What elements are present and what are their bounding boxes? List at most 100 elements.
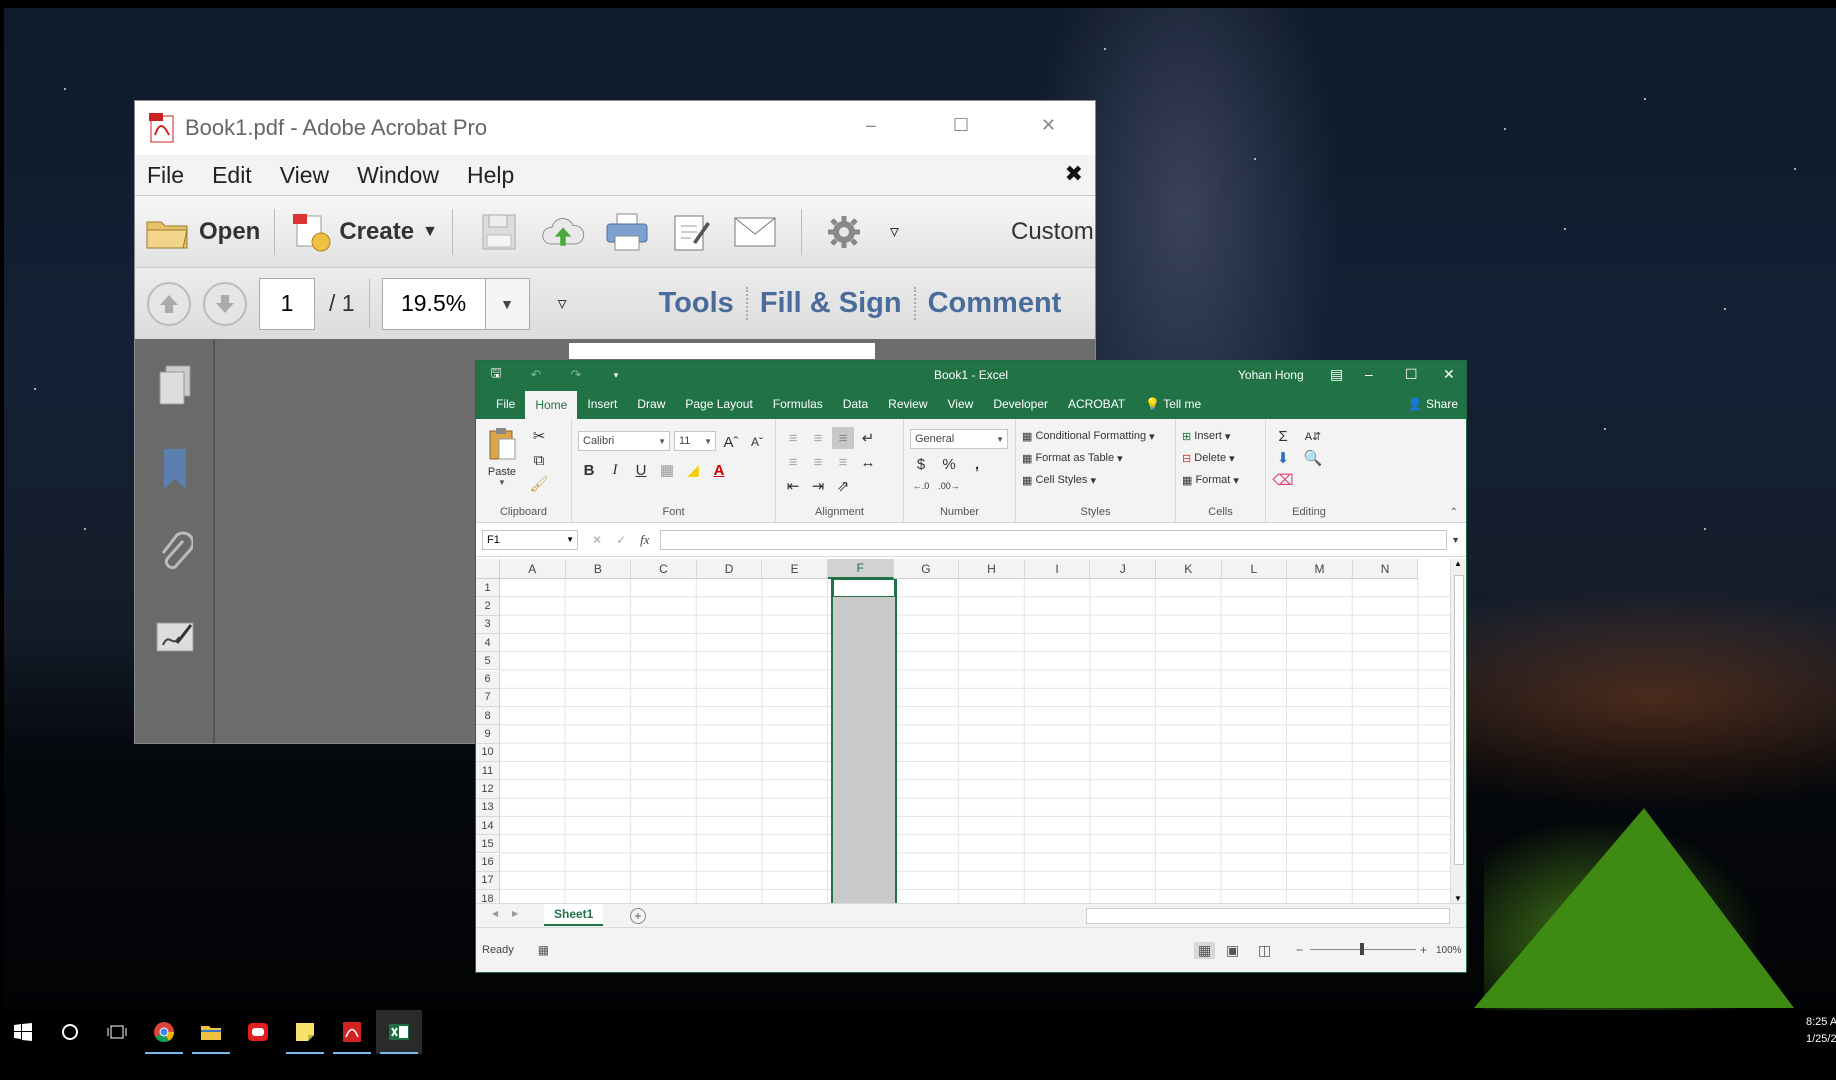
zoom-level[interactable]: 100% — [1436, 945, 1462, 956]
toolbar-overflow-icon[interactable]: ▿ — [890, 221, 899, 242]
align-left-icon[interactable]: ≡ — [782, 451, 804, 473]
row-header-9[interactable]: 9 — [476, 725, 500, 744]
insert-cells-button[interactable]: ⊞ Insert ▾ — [1182, 425, 1259, 447]
row-header-4[interactable]: 4 — [476, 633, 500, 653]
cancel-formula-icon[interactable]: ✕ — [592, 533, 602, 547]
borders-icon[interactable]: ▦ — [656, 459, 678, 481]
selected-column-f[interactable] — [831, 579, 897, 903]
increase-font-icon[interactable]: Aˆ — [720, 431, 742, 453]
bold-icon[interactable]: B — [578, 459, 600, 481]
tab-page-layout[interactable]: Page Layout — [675, 397, 762, 419]
file-explorer-taskbar-button[interactable] — [188, 1010, 234, 1054]
start-button[interactable] — [0, 1010, 46, 1054]
maximize-icon[interactable]: ☐ — [1405, 366, 1418, 383]
align-center-icon[interactable]: ≡ — [807, 451, 829, 473]
customize-button[interactable]: Custom — [1011, 218, 1094, 246]
column-header-n[interactable]: N — [1352, 559, 1419, 579]
ribbon-display-options-icon[interactable]: ▤ — [1330, 366, 1343, 383]
tab-data[interactable]: Data — [833, 397, 878, 419]
horizontal-scrollbar[interactable] — [1086, 908, 1450, 924]
chevron-down-icon[interactable]: ▼ — [422, 223, 438, 241]
row-header-1[interactable]: 1 — [476, 579, 500, 598]
vertical-scroll-thumb[interactable] — [1454, 575, 1464, 865]
paste-button[interactable]: Paste ▼ — [484, 427, 520, 487]
enter-formula-icon[interactable]: ✓ — [616, 533, 626, 547]
increase-decimal-icon[interactable]: ←.0 — [910, 475, 932, 497]
sheet-scroll-left-icon[interactable]: ◀ — [492, 909, 498, 918]
worksheet-grid[interactable]: A B C D E F G H I J K L M N 1 2 3 4 5 6 7 8 9 10 11 12 13 14 15 16 17 1… — [476, 559, 1452, 903]
edit-document-icon[interactable] — [669, 212, 713, 252]
formula-input[interactable] — [659, 529, 1448, 550]
column-header-k[interactable]: K — [1156, 559, 1222, 579]
row-header-18[interactable]: 18 — [476, 890, 500, 903]
increase-indent-icon[interactable]: ⇥ — [807, 475, 829, 497]
collapse-ribbon-icon[interactable]: ⌃ — [1450, 507, 1458, 518]
save-icon[interactable] — [477, 212, 521, 252]
vertical-scrollbar[interactable]: ▲ ▼ — [1450, 559, 1466, 903]
task-view-button[interactable] — [94, 1010, 140, 1054]
row-header-13[interactable]: 13 — [476, 798, 500, 817]
currency-icon[interactable]: $ — [910, 453, 932, 475]
minimize-icon[interactable]: – — [1365, 366, 1373, 382]
autosum-icon[interactable]: Σ — [1272, 425, 1294, 447]
undo-icon[interactable]: ↶ — [516, 367, 556, 383]
expand-formula-icon[interactable]: ▼ — [1451, 535, 1460, 545]
row-header-10[interactable]: 10 — [476, 743, 500, 762]
attachment-icon[interactable] — [153, 531, 197, 575]
zoom-out-icon[interactable]: − — [1296, 943, 1303, 957]
open-button[interactable]: Open — [199, 218, 260, 246]
bookmark-icon[interactable] — [153, 447, 197, 491]
zoom-slider-thumb[interactable] — [1360, 943, 1364, 955]
column-header-l[interactable]: L — [1221, 559, 1288, 579]
close-icon[interactable]: ✕ — [1443, 366, 1455, 383]
decrease-decimal-icon[interactable]: .00→ — [938, 475, 960, 497]
top-align-icon[interactable]: ≡ — [782, 427, 804, 449]
acrobat-taskbar-button[interactable] — [329, 1010, 375, 1054]
fill-icon[interactable]: ⬇ — [1272, 447, 1294, 469]
menu-view[interactable]: View — [280, 162, 329, 189]
row-header-14[interactable]: 14 — [476, 816, 500, 836]
bottom-align-icon[interactable]: ≡ — [832, 427, 854, 449]
tab-acrobat[interactable]: ACROBAT — [1058, 397, 1135, 419]
orientation-icon[interactable]: ⇗ — [832, 475, 854, 497]
page-number-input[interactable]: 1 — [259, 277, 315, 330]
tab-view[interactable]: View — [938, 397, 984, 419]
tab-review[interactable]: Review — [878, 397, 937, 419]
row-header-3[interactable]: 3 — [476, 615, 500, 634]
active-cell[interactable] — [833, 579, 895, 597]
underline-icon[interactable]: U — [630, 459, 652, 481]
tab-insert[interactable]: Insert — [577, 397, 627, 419]
create-button[interactable]: Create — [339, 218, 414, 246]
zoom-dropdown-icon[interactable]: ▼ — [485, 277, 530, 330]
email-icon[interactable] — [733, 212, 777, 252]
sort-filter-icon[interactable]: A⇵ — [1302, 425, 1324, 447]
create-pdf-icon[interactable] — [289, 212, 333, 252]
insert-function-icon[interactable]: fx — [640, 532, 649, 548]
decrease-font-icon[interactable]: Aˇ — [746, 431, 768, 453]
column-header-j[interactable]: J — [1090, 559, 1156, 579]
delete-cells-button[interactable]: ⊟ Delete ▾ — [1182, 447, 1259, 469]
cell-area[interactable] — [500, 579, 1452, 903]
menu-window[interactable]: Window — [357, 162, 439, 189]
row-header-16[interactable]: 16 — [476, 853, 500, 872]
sheet-tab[interactable]: Sheet1 — [544, 904, 604, 926]
row-header-12[interactable]: 12 — [476, 780, 500, 799]
column-header-a[interactable]: A — [500, 559, 566, 579]
scroll-down-icon[interactable]: ▼ — [1454, 894, 1462, 903]
print-icon[interactable] — [605, 212, 649, 252]
column-header-f[interactable]: F — [828, 559, 894, 579]
decrease-indent-icon[interactable]: ⇤ — [782, 475, 804, 497]
merge-center-icon[interactable]: ↔ — [857, 451, 879, 473]
add-sheet-icon[interactable]: + — [630, 908, 646, 924]
tab-developer[interactable]: Developer — [983, 397, 1058, 419]
sheet-scroll-right-icon[interactable]: ▶ — [512, 909, 518, 918]
close-document-icon[interactable]: ✖ — [1065, 161, 1083, 187]
save-icon[interactable]: 🖫 — [476, 364, 516, 386]
macro-record-icon[interactable]: ▦ — [538, 943, 549, 957]
customize-qat-icon[interactable]: ▾ — [596, 370, 636, 381]
acrobat-titlebar[interactable]: Book1.pdf - Adobe Acrobat Pro – ☐ ✕ — [135, 101, 1095, 155]
excel-titlebar[interactable]: 🖫 ↶ ↷ ▾ Book1 - Excel Yohan Hong ▤ – ☐ ✕ — [476, 361, 1466, 389]
align-right-icon[interactable]: ≡ — [832, 451, 854, 473]
cloud-upload-icon[interactable] — [541, 212, 585, 252]
tab-tools[interactable]: Tools — [647, 287, 748, 320]
